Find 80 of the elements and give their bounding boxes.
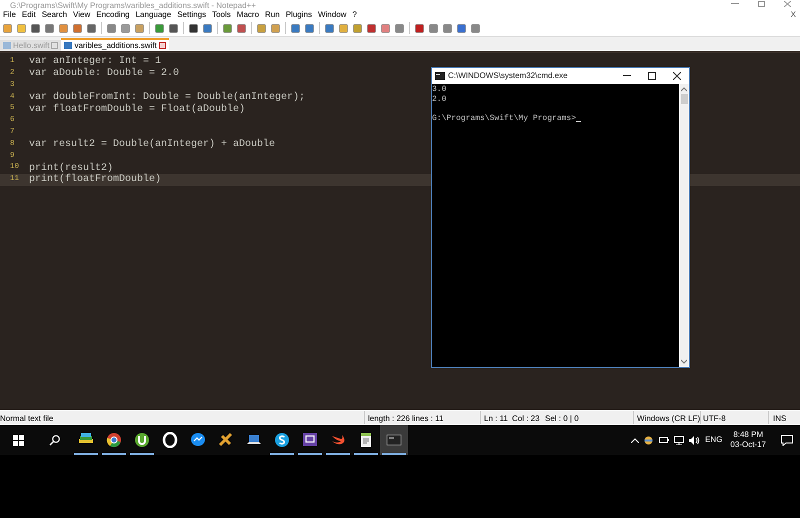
toolbar-button[interactable] bbox=[187, 22, 200, 34]
battery-icon bbox=[659, 436, 670, 444]
clock-date[interactable]: 03-Oct-17 bbox=[730, 440, 766, 450]
code-line: var aDouble: Double = 2.0 bbox=[28, 66, 180, 82]
scroll-thumb[interactable] bbox=[680, 94, 688, 104]
minimize-icon bbox=[622, 75, 630, 77]
toolbar-button[interactable] bbox=[235, 22, 248, 34]
toolbar-button[interactable] bbox=[365, 22, 378, 34]
toolbar-button[interactable] bbox=[85, 22, 98, 34]
scroll-down-icon bbox=[681, 359, 687, 365]
menu-item[interactable]: Settings bbox=[174, 10, 210, 20]
windows-logo-icon bbox=[12, 434, 24, 446]
close-icon bbox=[784, 1, 790, 7]
toolbar-button[interactable] bbox=[29, 22, 42, 34]
scrollbar[interactable] bbox=[679, 84, 689, 367]
status-text: Ln : 11 bbox=[484, 413, 508, 425]
chat-bubble-icon bbox=[190, 432, 206, 448]
menu-item[interactable]: Tools bbox=[209, 10, 234, 20]
menu-item[interactable]: ? bbox=[349, 10, 360, 20]
close-document-button[interactable]: X bbox=[790, 9, 796, 21]
console-prompt: G:\Programs\Swift\My Programs> bbox=[432, 114, 576, 123]
code-line: var floatFromDouble = Float(aDouble) bbox=[28, 102, 246, 117]
code-line: print(result2) bbox=[28, 162, 114, 174]
close-tab-icon[interactable] bbox=[158, 42, 166, 49]
taskbar-app[interactable] bbox=[380, 425, 408, 455]
opera-icon bbox=[162, 432, 178, 448]
torrent-icon bbox=[134, 432, 150, 448]
speech-bubble-icon bbox=[781, 434, 793, 446]
toolbar-button[interactable] bbox=[167, 22, 180, 34]
toolbar-button[interactable] bbox=[455, 22, 468, 34]
chevron-up-icon bbox=[631, 438, 640, 442]
console-icon bbox=[435, 72, 445, 80]
window-title: G:\Programs\Swift\My Programs\varibles_additions.swift - Notepad++ bbox=[10, 0, 256, 10]
language-indicator[interactable]: ENG bbox=[705, 434, 722, 446]
clock-time[interactable]: 8:48 PM bbox=[733, 430, 764, 440]
menu-item[interactable]: Edit bbox=[18, 10, 39, 20]
menu-item[interactable]: Encoding bbox=[93, 10, 133, 20]
status-text: Col : 23 bbox=[512, 413, 540, 425]
console-title: C:\WINDOWS\system32\cmd.exe bbox=[448, 70, 568, 82]
file-icon bbox=[3, 42, 11, 49]
search-icon bbox=[48, 434, 60, 446]
minimize-icon bbox=[731, 3, 739, 5]
status-text: Normal text file bbox=[0, 413, 54, 425]
toolbar-button[interactable] bbox=[413, 22, 426, 34]
menu-item[interactable]: Window bbox=[314, 10, 350, 20]
menu-item[interactable]: File bbox=[0, 10, 19, 20]
file-icon bbox=[64, 42, 72, 49]
speaker-icon bbox=[689, 436, 700, 444]
menu-item[interactable]: Language bbox=[132, 10, 174, 20]
skype-icon bbox=[274, 432, 290, 448]
close-icon bbox=[672, 72, 680, 80]
console-output: 3.0 bbox=[432, 85, 446, 94]
status-text: Windows (CR LF) bbox=[637, 413, 700, 425]
console-output: 2.0 bbox=[432, 94, 446, 104]
globe-icon bbox=[644, 436, 654, 444]
status-text: length : 226 bbox=[368, 413, 410, 425]
code-line: print(floatFromDouble) bbox=[28, 172, 162, 188]
restore-icon bbox=[758, 1, 764, 7]
text-cursor bbox=[576, 121, 582, 122]
status-text: lines : 11 bbox=[412, 413, 444, 425]
menu-item[interactable]: Plugins bbox=[282, 10, 315, 20]
chrome-icon bbox=[106, 432, 122, 448]
console-icon bbox=[386, 432, 402, 448]
chat-icon bbox=[302, 432, 318, 448]
menu-item[interactable]: Search bbox=[38, 10, 70, 20]
menu-item[interactable]: Macro bbox=[234, 10, 262, 20]
maximize-icon bbox=[648, 72, 656, 80]
menu-item[interactable]: View bbox=[70, 10, 94, 20]
code-line: var result2 = Double(anInteger) + aDouble bbox=[28, 138, 276, 152]
notepad-icon bbox=[358, 432, 374, 448]
code-line: var anInteger: Int = 1 bbox=[28, 55, 162, 68]
status-text: UTF-8 bbox=[703, 413, 726, 425]
status-text: INS bbox=[773, 413, 786, 425]
tool-icon bbox=[218, 432, 234, 448]
code-line: var doubleFromInt: Double = Double(anInteger); bbox=[28, 90, 306, 104]
scroll-up-icon bbox=[681, 86, 687, 92]
menu-item[interactable]: Run bbox=[262, 10, 283, 20]
status-text: Sel : 0 | 0 bbox=[545, 413, 579, 425]
network-icon bbox=[674, 436, 684, 444]
file-tab[interactable]: varibles_additions.swift bbox=[61, 38, 169, 51]
